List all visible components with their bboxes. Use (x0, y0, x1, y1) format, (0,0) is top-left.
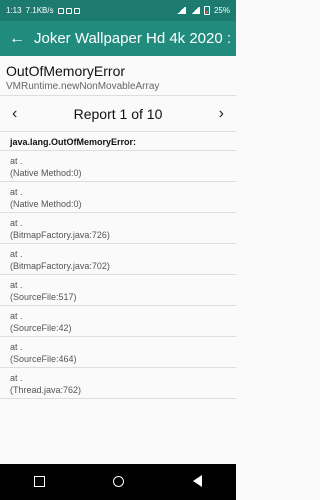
trace-head: java.lang.OutOfMemoryError: (0, 132, 236, 151)
frame-line-1: at . (10, 187, 23, 197)
app-title: Joker Wallpaper Hd 4k 2020 :... (34, 30, 230, 47)
arrow-left-icon: ← (9, 29, 25, 47)
frame-line-1: at . (10, 249, 23, 259)
trace-frame: at . (SourceFile:42) (0, 306, 236, 337)
signal-icon (175, 7, 186, 14)
frame-line-1: at . (10, 311, 23, 321)
stack-trace: java.lang.OutOfMemoryError: at . (Native… (0, 132, 236, 399)
frame-line-1: at . (10, 280, 23, 290)
chevron-right-icon[interactable]: › (219, 105, 224, 123)
error-subtitle: VMRuntime.newNonMovableArray (6, 81, 160, 92)
error-title: OutOfMemoryError (6, 63, 126, 79)
frame-line-2: (SourceFile:517) (10, 292, 77, 302)
back-nav-button[interactable] (192, 474, 202, 490)
trace-frame: at . (Native Method:0) (0, 151, 236, 182)
status-speed: 7.1KB/s (25, 6, 54, 15)
signal-icon-2 (189, 7, 200, 14)
battery-icon (203, 6, 210, 15)
status-bar: 1:13 7.1KB/s 25% (0, 0, 236, 21)
pager-label: Report 1 of 10 (73, 105, 163, 122)
status-left: 1:13 7.1KB/s (6, 6, 80, 15)
frame-line-2: (Native Method:0) (10, 199, 82, 209)
app-icon (73, 7, 80, 14)
status-time: 1:13 (6, 6, 22, 15)
recents-button[interactable] (34, 474, 46, 490)
trace-frame: at . (BitmapFactory.java:726) (0, 213, 236, 244)
home-icon (113, 476, 125, 487)
frame-line-2: (Native Method:0) (10, 168, 82, 178)
frame-line-1: at . (10, 156, 23, 166)
frame-line-2: (BitmapFactory.java:726) (10, 230, 110, 240)
trace-frame: at . (Native Method:0) (0, 182, 236, 213)
message-icon (65, 7, 72, 14)
frame-line-1: at . (10, 342, 23, 352)
app-bar: ← Joker Wallpaper Hd 4k 2020 :... (0, 21, 236, 56)
trace-frame: at . (SourceFile:464) (0, 337, 236, 368)
frame-line-2: (BitmapFactory.java:702) (10, 261, 110, 271)
error-header: OutOfMemoryError VMRuntime.newNonMovable… (0, 56, 236, 96)
trace-frame: at . (Thread.java:762) (0, 368, 236, 399)
frame-line-2: (SourceFile:464) (10, 354, 77, 364)
frame-line-2: (Thread.java:762) (10, 385, 82, 395)
chevron-left-icon[interactable]: ‹ (12, 105, 17, 123)
frame-line-1: at . (10, 373, 23, 383)
status-right: 25% (175, 6, 230, 15)
back-icon (192, 475, 202, 487)
notification-icon (57, 7, 64, 14)
trace-frame: at . (BitmapFactory.java:702) (0, 244, 236, 275)
report-pager: ‹ Report 1 of 10 › (0, 96, 236, 132)
home-button[interactable] (113, 474, 125, 490)
system-nav-bar (0, 464, 236, 500)
battery-percent: 25% (213, 6, 230, 15)
frame-line-2: (SourceFile:42) (10, 323, 72, 333)
recents-icon (34, 476, 46, 487)
back-button[interactable]: ← (0, 21, 34, 56)
trace-frame: at . (SourceFile:517) (0, 275, 236, 306)
frame-line-1: at . (10, 218, 23, 228)
status-icons (57, 7, 80, 14)
